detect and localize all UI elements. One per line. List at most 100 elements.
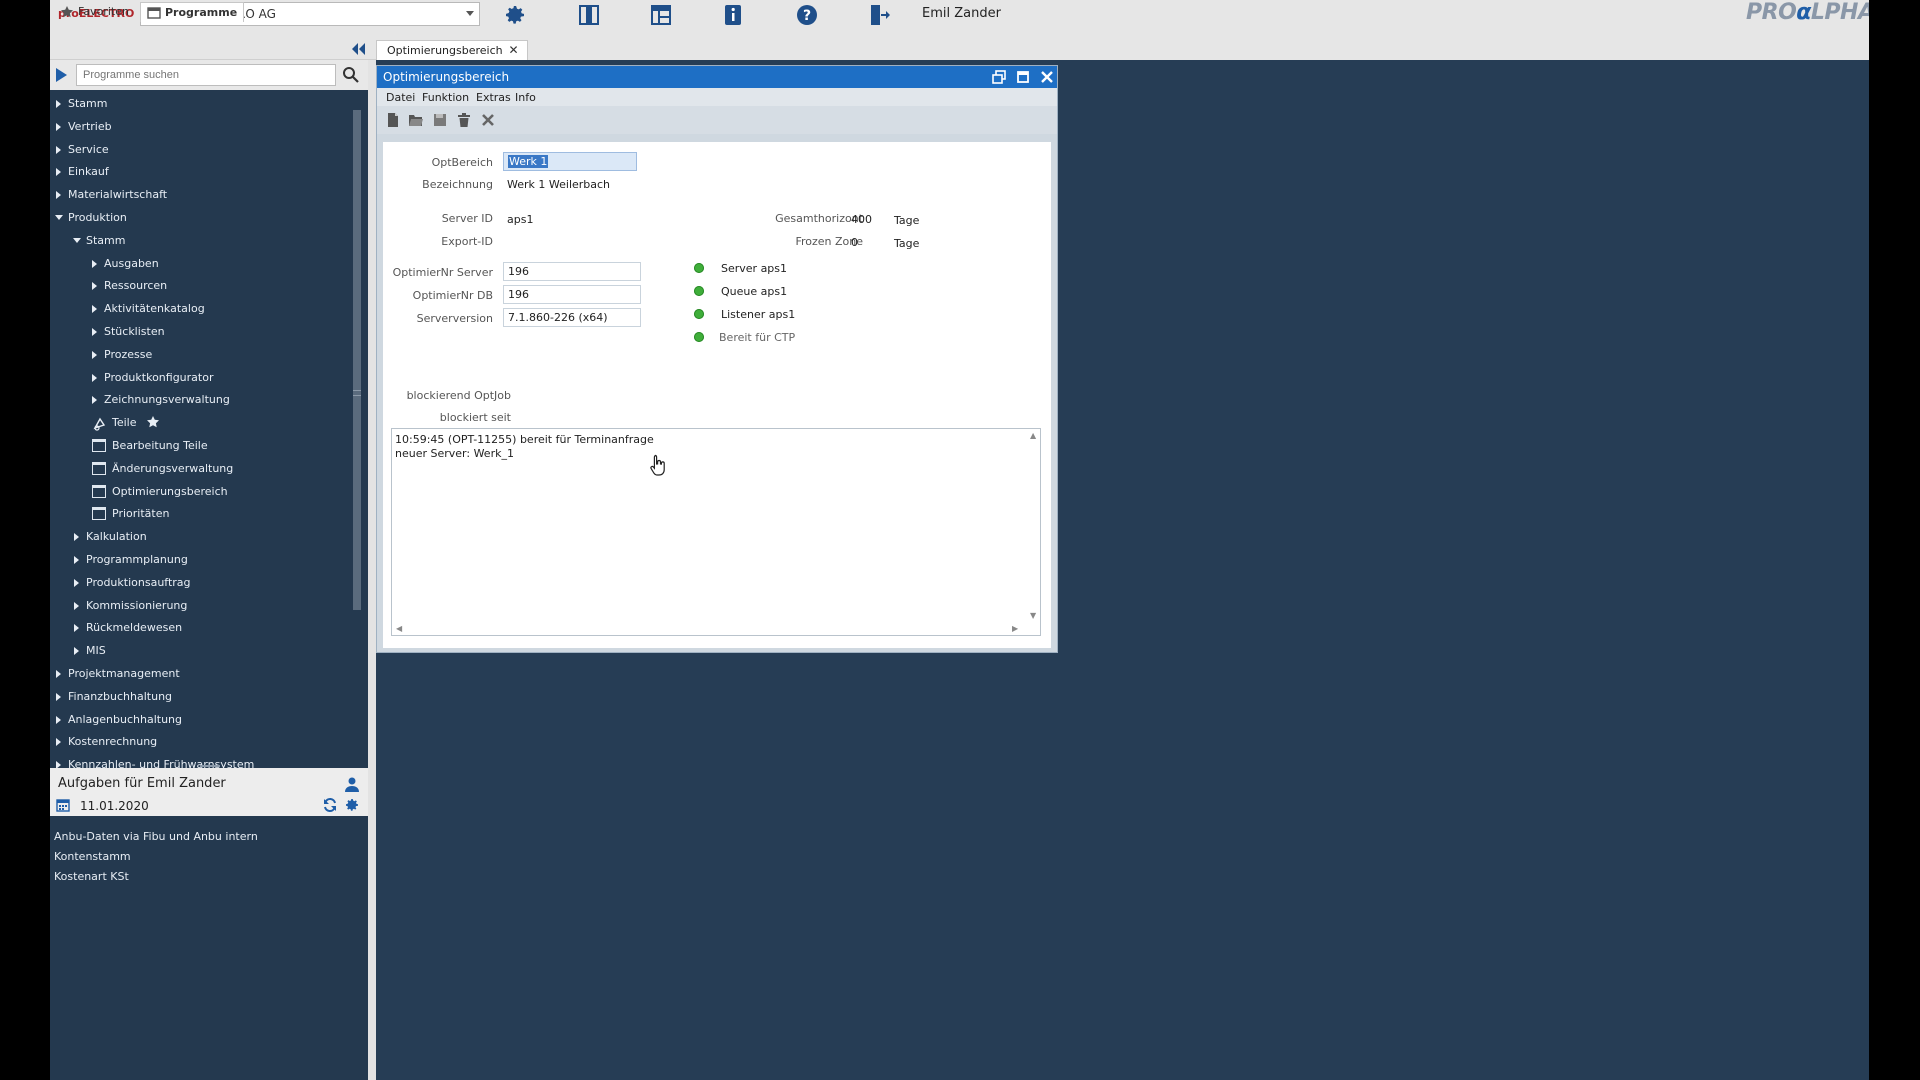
refresh-icon[interactable]: [322, 797, 338, 813]
scroll-right-icon[interactable]: ▶: [1012, 624, 1018, 633]
frozen-zone-label: Frozen Zone: [795, 235, 863, 248]
settings-gear-icon[interactable]: [502, 2, 528, 28]
task-item[interactable]: Kostenart KSt: [54, 870, 129, 883]
panel-divider[interactable]: [368, 60, 376, 1080]
log-output[interactable]: 10:59:45 (OPT-11255) bereit für Terminan…: [391, 428, 1041, 636]
save-icon[interactable]: [432, 112, 448, 128]
restore-window-icon[interactable]: [991, 69, 1007, 85]
tab-programs-label: Programme: [165, 6, 238, 19]
collapsed-arrow-icon[interactable]: [92, 328, 97, 336]
collapsed-arrow-icon[interactable]: [56, 738, 61, 747]
optimiernr-db-field[interactable]: 196: [503, 285, 641, 304]
menu-funktion[interactable]: Funktion: [422, 91, 469, 104]
collapsed-arrow-icon[interactable]: [92, 373, 97, 382]
maximize-window-icon[interactable]: [1015, 69, 1031, 85]
collapsed-arrow-icon[interactable]: [92, 305, 97, 314]
tree-scrollbar-thumb[interactable]: [353, 110, 361, 610]
tab-favorites[interactable]: Favoriten: [54, 2, 135, 22]
open-folder-icon[interactable]: [408, 112, 424, 128]
exportid-label: Export-ID: [441, 235, 493, 248]
scroll-left-icon[interactable]: ◀: [396, 624, 402, 633]
info-icon[interactable]: [720, 2, 746, 28]
panel-layout-icon[interactable]: [576, 2, 602, 28]
tree-item-label: Optimierungsbereich: [112, 484, 228, 498]
window-title: Optimierungsbereich: [383, 70, 510, 84]
scroll-up-icon[interactable]: ▲: [1030, 431, 1036, 440]
collapsed-arrow-icon[interactable]: [56, 692, 61, 701]
collapsed-arrow-icon[interactable]: [56, 191, 61, 200]
collapsed-arrow-icon[interactable]: [56, 145, 61, 154]
collapsed-arrow-icon[interactable]: [74, 578, 79, 587]
menu-extras[interactable]: Extras: [476, 91, 511, 104]
expanded-arrow-icon[interactable]: [73, 237, 81, 243]
window-toolbar: [377, 106, 1057, 134]
tree-item-label: Finanzbuchhaltung: [68, 689, 173, 703]
optbereich-field[interactable]: Werk 1: [503, 152, 637, 171]
frozen-zone-value: 0: [851, 236, 858, 249]
scroll-down-icon[interactable]: ▼: [1030, 611, 1036, 620]
log-vertical-scrollbar[interactable]: ▲ ▼: [1028, 429, 1040, 623]
status-ok-icon: [694, 263, 704, 273]
panel-splitter[interactable]: [200, 765, 220, 767]
serverversion-field[interactable]: 7.1.860-226 (x64): [503, 308, 641, 327]
collapsed-arrow-icon[interactable]: [56, 100, 61, 108]
tree-item-label: Teile: [112, 416, 137, 430]
user-icon[interactable]: [344, 776, 360, 792]
optbereich-value: Werk 1: [508, 155, 549, 168]
calendar-icon[interactable]: [56, 798, 70, 812]
task-item[interactable]: Kontenstamm: [54, 850, 131, 863]
blockierend-optjob-label: blockierend OptJob: [406, 389, 511, 402]
collapsed-arrow-icon[interactable]: [74, 647, 79, 656]
close-tab-icon[interactable]: ✕: [509, 43, 519, 57]
tree-item-label: Programmplanung: [86, 553, 188, 566]
collapsed-arrow-icon[interactable]: [56, 715, 61, 724]
collapsed-arrow-icon[interactable]: [56, 168, 61, 177]
close-window-icon[interactable]: [1039, 69, 1055, 85]
collapsed-arrow-icon[interactable]: [74, 556, 79, 564]
tab-favorites-label: Favoriten: [78, 5, 129, 18]
expanded-arrow-icon[interactable]: [55, 215, 63, 220]
tab-optimierungsbereich[interactable]: Optimierungsbereich ✕: [376, 40, 528, 60]
collapsed-arrow-icon[interactable]: [74, 624, 79, 633]
optimiernr-server-field[interactable]: 196: [503, 262, 641, 281]
program-tree: Stamm Vertrieb Service Einkauf Materialwirts…: [50, 90, 350, 770]
collapsed-arrow-icon[interactable]: [74, 533, 79, 542]
tasks-date[interactable]: 11.01.2020: [80, 799, 149, 813]
collapsed-arrow-icon[interactable]: [92, 350, 97, 359]
help-icon[interactable]: ?: [794, 2, 820, 28]
delete-trash-icon[interactable]: [456, 112, 472, 128]
run-program-icon[interactable]: [56, 68, 67, 82]
collapsed-arrow-icon[interactable]: [56, 670, 61, 678]
gesamthorizont-value: 400: [851, 213, 872, 226]
status-ok-icon: [694, 332, 704, 342]
tree-item-label: Produktkonfigurator: [104, 370, 214, 384]
collapsed-arrow-icon[interactable]: [92, 282, 97, 291]
optimiernr-db-label: OptimierNr DB: [412, 289, 493, 302]
star-icon: [61, 6, 73, 18]
tab-programs[interactable]: Programme: [140, 2, 245, 22]
menu-datei[interactable]: Datei: [386, 91, 415, 104]
collapsed-arrow-icon[interactable]: [92, 396, 97, 405]
logout-icon[interactable]: [866, 2, 892, 28]
gear-icon[interactable]: [344, 797, 360, 813]
task-item[interactable]: Anbu-Daten via Fibu und Anbu intern: [54, 830, 258, 843]
collapsed-arrow-icon[interactable]: [74, 601, 79, 610]
cancel-x-icon[interactable]: [480, 112, 496, 128]
tree-item-label: Änderungsverwaltung: [112, 461, 234, 475]
collapsed-arrow-icon[interactable]: [92, 259, 97, 268]
program-search-input[interactable]: [76, 64, 336, 86]
tree-scrollbar[interactable]: [352, 100, 362, 750]
grid-layout-icon[interactable]: [648, 2, 674, 28]
window-title-bar[interactable]: Optimierungsbereich: [377, 66, 1057, 88]
search-icon[interactable]: [342, 66, 360, 84]
program-window-icon: [92, 507, 106, 521]
navigation-panel: Stamm Vertrieb Service Einkauf Materialwirts…: [50, 60, 368, 1080]
favorite-star-icon[interactable]: [146, 415, 160, 429]
new-document-icon[interactable]: [385, 112, 401, 128]
frozen-zone-unit: Tage: [894, 237, 920, 250]
collapse-panel-icon[interactable]: [350, 42, 366, 56]
log-horizontal-scrollbar[interactable]: ◀ ▶: [392, 623, 1028, 635]
status-ok-icon: [694, 286, 704, 296]
menu-info[interactable]: Info: [515, 91, 536, 104]
collapsed-arrow-icon[interactable]: [56, 122, 61, 131]
